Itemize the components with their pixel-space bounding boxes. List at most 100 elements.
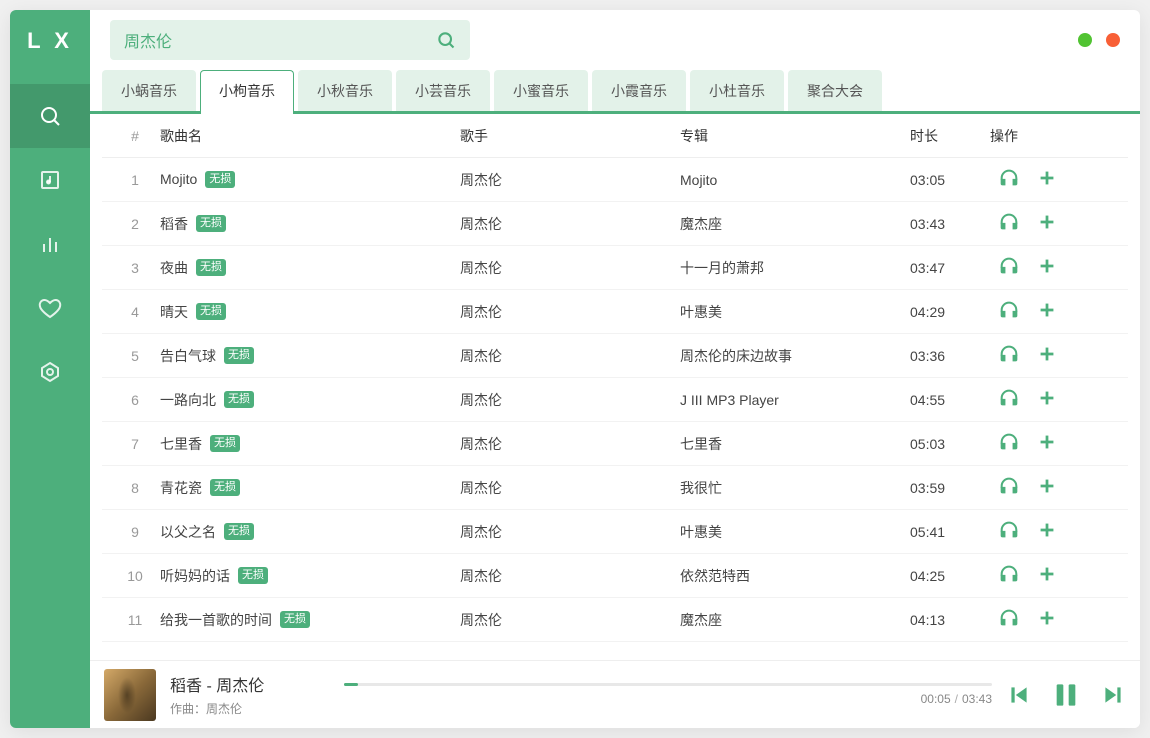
tab-source-6[interactable]: 小杜音乐	[690, 70, 784, 111]
tab-source-2[interactable]: 小秋音乐	[298, 70, 392, 111]
progress-area: 00:05 / 03:43	[344, 683, 992, 706]
add-button[interactable]	[1036, 299, 1058, 324]
play-button[interactable]	[998, 519, 1020, 544]
album-art[interactable]	[104, 669, 156, 721]
play-button[interactable]	[998, 431, 1020, 456]
play-button[interactable]	[998, 211, 1020, 236]
table-row[interactable]: 6一路向北无损周杰伦J III MP3 Player04:55	[102, 378, 1128, 422]
progress-bar[interactable]	[344, 683, 992, 686]
nav-ranking[interactable]	[10, 212, 90, 276]
row-artist: 周杰伦	[460, 522, 680, 542]
col-header-album: 专辑	[680, 126, 910, 146]
headphones-icon	[998, 519, 1020, 544]
add-button[interactable]	[1036, 563, 1058, 588]
play-button[interactable]	[998, 255, 1020, 280]
close-button[interactable]	[1106, 33, 1120, 47]
row-actions	[990, 387, 1100, 412]
row-artist: 周杰伦	[460, 566, 680, 586]
quality-badge: 无损	[196, 259, 226, 275]
plus-icon	[1036, 299, 1058, 324]
row-actions	[990, 607, 1100, 632]
play-button[interactable]	[998, 563, 1020, 588]
table-row[interactable]: 3夜曲无损周杰伦十一月的萧邦03:47	[102, 246, 1128, 290]
search-input[interactable]	[124, 31, 436, 49]
add-button[interactable]	[1036, 387, 1058, 412]
add-button[interactable]	[1036, 607, 1058, 632]
row-name: 稻香无损	[160, 214, 460, 234]
track-title: 稻香 - 周杰伦	[170, 672, 330, 696]
play-button[interactable]	[998, 475, 1020, 500]
skip-back-icon	[1006, 682, 1032, 708]
tab-source-0[interactable]: 小蜗音乐	[102, 70, 196, 111]
song-name: Mojito	[160, 171, 197, 187]
search-button[interactable]	[436, 30, 456, 50]
song-name: 稻香	[160, 214, 188, 234]
minimize-button[interactable]	[1078, 33, 1092, 47]
row-artist: 周杰伦	[460, 170, 680, 190]
next-button[interactable]	[1100, 682, 1126, 708]
tab-source-3[interactable]: 小芸音乐	[396, 70, 490, 111]
nav-settings[interactable]	[10, 340, 90, 404]
tab-source-1[interactable]: 小枸音乐	[200, 70, 294, 114]
add-button[interactable]	[1036, 431, 1058, 456]
add-button[interactable]	[1036, 211, 1058, 236]
plus-icon	[1036, 343, 1058, 368]
nav-music-list[interactable]	[10, 148, 90, 212]
table-row[interactable]: 5告白气球无损周杰伦周杰伦的床边故事03:36	[102, 334, 1128, 378]
table-row[interactable]: 4晴天无损周杰伦叶惠美04:29	[102, 290, 1128, 334]
nav-favorites[interactable]	[10, 276, 90, 340]
row-album: J III MP3 Player	[680, 392, 910, 408]
play-button[interactable]	[998, 387, 1020, 412]
plus-icon	[1036, 431, 1058, 456]
add-button[interactable]	[1036, 343, 1058, 368]
row-artist: 周杰伦	[460, 478, 680, 498]
play-button[interactable]	[998, 299, 1020, 324]
row-artist: 周杰伦	[460, 258, 680, 278]
table-row[interactable]: 7七里香无损周杰伦七里香05:03	[102, 422, 1128, 466]
headphones-icon	[998, 343, 1020, 368]
table-row[interactable]: 11给我一首歌的时间无损周杰伦魔杰座04:13	[102, 598, 1128, 642]
row-album: 周杰伦的床边故事	[680, 346, 910, 366]
row-artist: 周杰伦	[460, 610, 680, 630]
table-row[interactable]: 1Mojito无损周杰伦Mojito03:05	[102, 158, 1128, 202]
quality-badge: 无损	[210, 479, 240, 495]
row-duration: 04:55	[910, 392, 990, 408]
quality-badge: 无损	[196, 215, 226, 231]
add-button[interactable]	[1036, 519, 1058, 544]
quality-badge: 无损	[238, 567, 268, 583]
row-album: Mojito	[680, 172, 910, 188]
row-index: 7	[110, 436, 160, 452]
table-row[interactable]: 9以父之名无损周杰伦叶惠美05:41	[102, 510, 1128, 554]
row-index: 8	[110, 480, 160, 496]
table-row[interactable]: 2稻香无损周杰伦魔杰座03:43	[102, 202, 1128, 246]
add-button[interactable]	[1036, 255, 1058, 280]
row-actions	[990, 211, 1100, 236]
tab-source-4[interactable]: 小蜜音乐	[494, 70, 588, 111]
time-total: 03:43	[962, 692, 992, 706]
play-button[interactable]	[998, 607, 1020, 632]
heart-icon	[38, 296, 62, 320]
row-album: 叶惠美	[680, 522, 910, 542]
tab-source-5[interactable]: 小霞音乐	[592, 70, 686, 111]
col-header-name: 歌曲名	[160, 126, 460, 146]
tab-source-7[interactable]: 聚合大会	[788, 70, 882, 111]
search-icon	[436, 30, 456, 50]
add-button[interactable]	[1036, 167, 1058, 192]
play-button[interactable]	[998, 343, 1020, 368]
col-header-index: #	[110, 128, 160, 144]
row-duration: 04:25	[910, 568, 990, 584]
row-name: 七里香无损	[160, 434, 460, 454]
song-name: 青花瓷	[160, 478, 202, 498]
headphones-icon	[998, 431, 1020, 456]
prev-button[interactable]	[1006, 682, 1032, 708]
table-row[interactable]: 8青花瓷无损周杰伦我很忙03:59	[102, 466, 1128, 510]
add-button[interactable]	[1036, 475, 1058, 500]
play-button[interactable]	[998, 167, 1020, 192]
row-artist: 周杰伦	[460, 390, 680, 410]
table-row[interactable]: 10听妈妈的话无损周杰伦依然范特西04:25	[102, 554, 1128, 598]
song-table-wrapper[interactable]: # 歌曲名 歌手 专辑 时长 操作 1Mojito无损周杰伦Mojito03:0…	[90, 114, 1140, 660]
play-pause-button[interactable]	[1050, 679, 1082, 711]
row-actions	[990, 167, 1100, 192]
row-album: 依然范特西	[680, 566, 910, 586]
nav-search[interactable]	[10, 84, 90, 148]
